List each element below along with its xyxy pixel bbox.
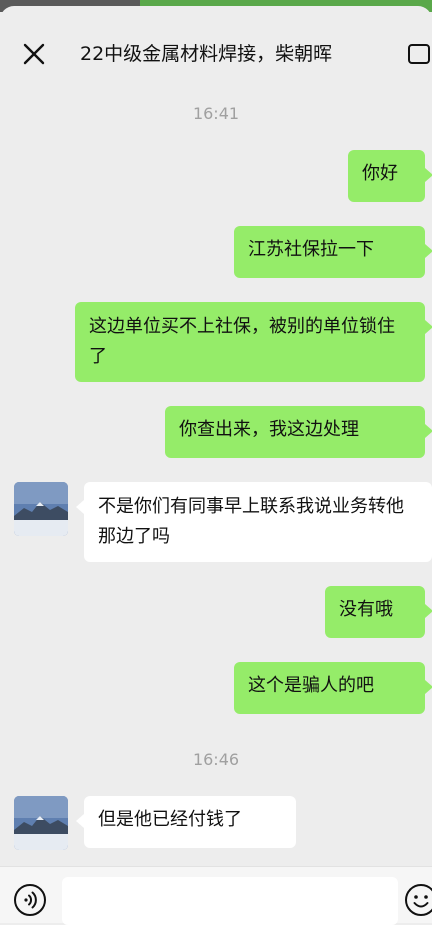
bubble-tail bbox=[425, 168, 432, 182]
message-bubble-outgoing[interactable]: 这边单位买不上社保，被别的单位锁住了 bbox=[75, 302, 425, 382]
message-input[interactable] bbox=[62, 877, 398, 925]
more-button[interactable] bbox=[406, 42, 432, 68]
emoji-button[interactable] bbox=[404, 883, 432, 917]
bubble-tail bbox=[425, 320, 432, 334]
bubble-tail bbox=[76, 814, 84, 828]
voice-button[interactable] bbox=[13, 883, 47, 917]
contact-avatar[interactable] bbox=[14, 796, 68, 850]
chat-header: 22中级金属材料焊接，柴朝晖 bbox=[0, 6, 432, 92]
message-bubble-outgoing[interactable]: 没有哦 bbox=[325, 586, 425, 638]
bubble-tail bbox=[425, 680, 432, 694]
close-button[interactable] bbox=[18, 38, 50, 70]
message-bubble-outgoing[interactable]: 江苏社保拉一下 bbox=[234, 226, 425, 278]
chat-sheet: 22中级金属材料焊接，柴朝晖 16:41 你好 江苏社保拉一下 这边单位买不上社… bbox=[0, 6, 432, 922]
timestamp: 16:46 bbox=[192, 750, 240, 769]
bubble-tail bbox=[425, 244, 432, 258]
message-bubble-outgoing[interactable]: 你查出来，我这边处理 bbox=[165, 406, 425, 458]
more-icon bbox=[408, 44, 430, 64]
close-icon bbox=[23, 43, 45, 65]
bubble-tail bbox=[76, 500, 84, 514]
timestamp: 16:41 bbox=[192, 104, 240, 123]
message-bubble-outgoing[interactable]: 你好 bbox=[348, 150, 425, 202]
chat-title: 22中级金属材料焊接，柴朝晖 bbox=[80, 43, 333, 65]
message-bubble-outgoing[interactable]: 这个是骗人的吧 bbox=[234, 662, 425, 714]
avatar-image bbox=[14, 482, 68, 536]
voice-icon bbox=[14, 884, 46, 916]
emoji-icon bbox=[405, 884, 432, 916]
contact-avatar[interactable] bbox=[14, 482, 68, 536]
bubble-tail bbox=[425, 604, 432, 618]
input-bar bbox=[0, 866, 432, 925]
message-bubble-incoming[interactable]: 不是你们有同事早上联系我说业务转他那边了吗 bbox=[84, 482, 432, 562]
bubble-tail bbox=[425, 424, 432, 438]
avatar-image bbox=[14, 796, 68, 850]
message-bubble-incoming[interactable]: 但是他已经付钱了 bbox=[84, 796, 296, 848]
